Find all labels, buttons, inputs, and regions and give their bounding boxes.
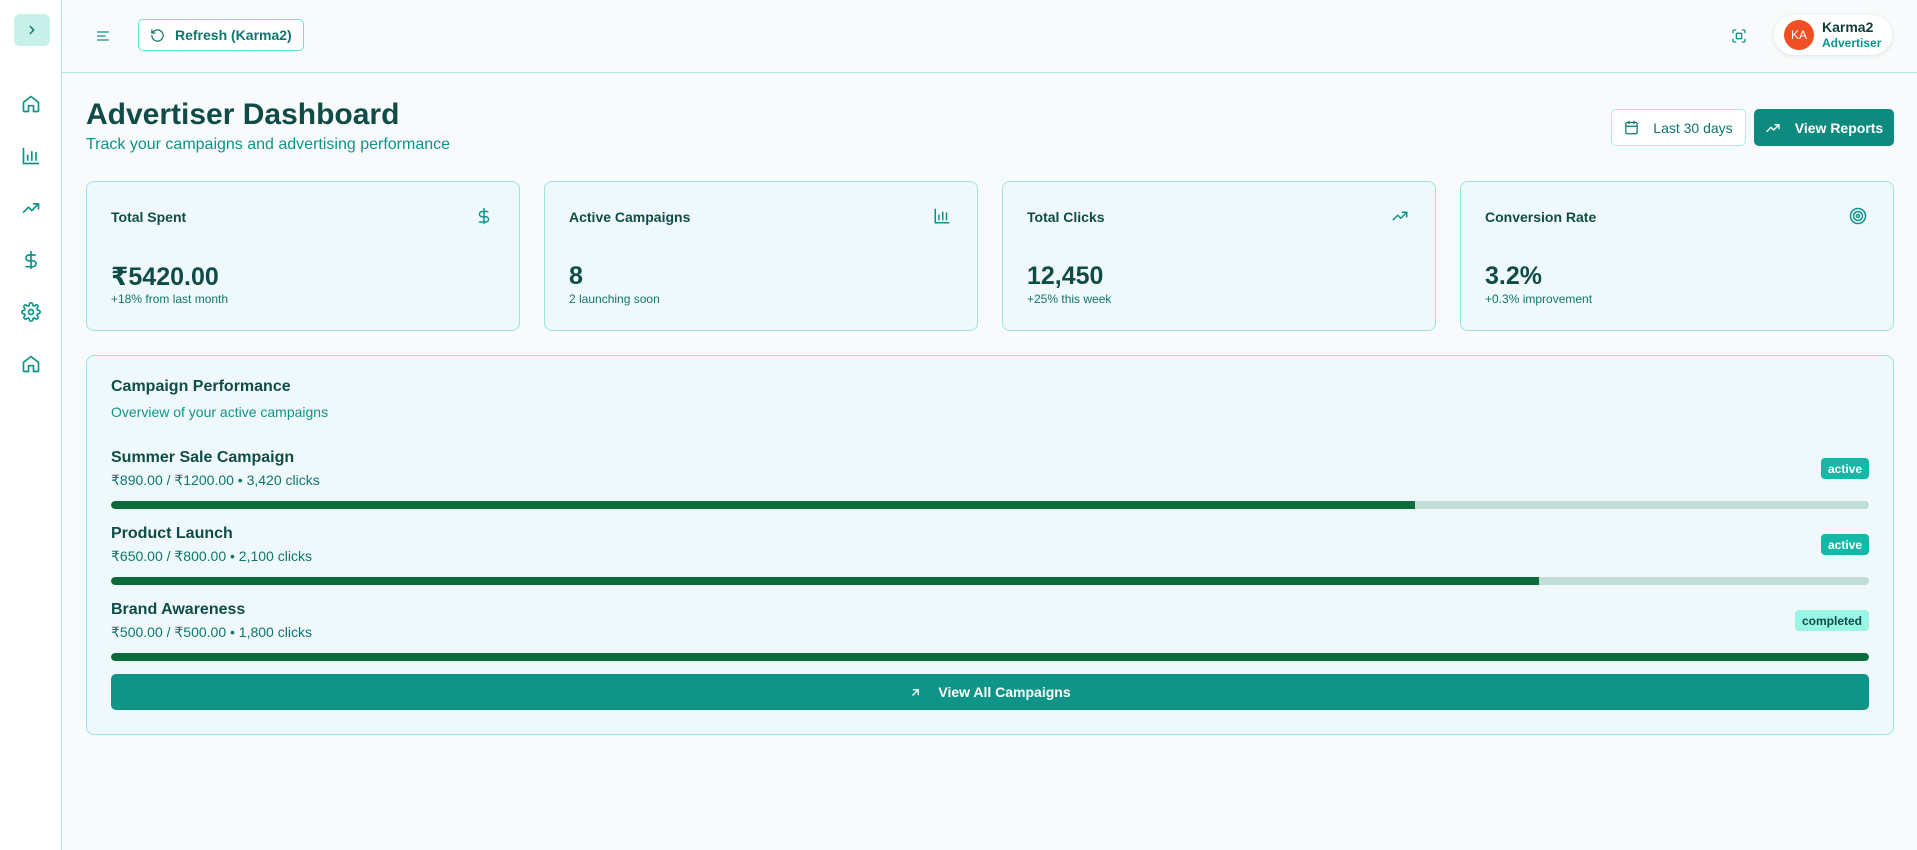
stat-sub: 2 launching soon: [569, 292, 660, 306]
sidebar-item-home-alt[interactable]: [0, 338, 62, 390]
stat-sub: +25% this week: [1027, 292, 1112, 306]
sidebar: [0, 0, 62, 850]
user-menu[interactable]: KA Karma2 Advertiser: [1774, 15, 1892, 55]
bar-chart-icon: [22, 147, 40, 165]
user-name: Karma2: [1822, 19, 1874, 35]
campaign-name: Summer Sale Campaign: [111, 449, 295, 466]
view-all-label: View All Campaigns: [938, 684, 1071, 700]
status-badge: active: [1820, 458, 1869, 479]
stat-value: 12,450: [1027, 262, 1104, 290]
menu-icon: [97, 31, 109, 41]
sidebar-item-billing[interactable]: [0, 234, 62, 286]
bar-chart-icon: [934, 208, 950, 224]
view-reports-label: View Reports: [1794, 119, 1884, 136]
progress-track: [111, 653, 1869, 661]
stat-label: Conversion Rate: [1485, 209, 1597, 225]
gear-icon: [21, 302, 41, 322]
progress-track: [111, 577, 1869, 585]
top-header: Refresh (Karma2) KA Karma2 Advertiser: [62, 0, 1917, 73]
sidebar-nav: [0, 78, 62, 390]
campaign-name: Brand Awareness: [111, 601, 246, 618]
arrow-up-right-icon: [912, 688, 920, 696]
campaign-meta: ₹890.00 / ₹1200.00 • 3,420 clicks: [111, 472, 320, 488]
date-range-label: Last 30 days: [1653, 119, 1733, 136]
sidebar-item-analytics[interactable]: [0, 130, 62, 182]
campaign-name: Product Launch: [111, 525, 233, 542]
refresh-label: Refresh (Karma2): [175, 27, 292, 43]
page-title: Advertiser Dashboard: [86, 98, 400, 131]
stat-label: Active Campaigns: [569, 209, 691, 225]
stat-card-total-spent: Total Spent ₹5420.00 +18% from last mont…: [86, 181, 520, 331]
trending-up-icon: [1392, 211, 1408, 221]
dollar-icon: [25, 250, 37, 270]
trending-up-icon: [22, 203, 40, 213]
view-reports-button[interactable]: View Reports: [1754, 109, 1894, 146]
stat-sub: +0.3% improvement: [1485, 292, 1593, 306]
refresh-icon: [151, 28, 164, 42]
campaign-performance-panel: Campaign Performance Overview of your ac…: [86, 355, 1894, 735]
chevron-right-icon: [29, 25, 35, 35]
sidebar-item-performance[interactable]: [0, 182, 62, 234]
calendar-icon: [1625, 120, 1639, 135]
target-icon: [1849, 207, 1867, 225]
progress-track: [111, 501, 1869, 509]
menu-button[interactable]: [92, 26, 114, 46]
stat-card-conversion-rate: Conversion Rate 3.2% +0.3% improvement: [1460, 181, 1894, 331]
stat-value: 8: [569, 262, 583, 290]
scan-icon: [1732, 29, 1746, 43]
view-all-campaigns-button[interactable]: View All Campaigns: [111, 674, 1869, 710]
campaign-row[interactable]: Product Launch ₹650.00 / ₹800.00 • 2,100…: [111, 525, 1869, 585]
stat-card-active-campaigns: Active Campaigns 8 2 launching soon: [544, 181, 978, 331]
trending-up-icon: [1766, 123, 1780, 132]
dollar-icon: [478, 207, 490, 225]
campaign-meta: ₹500.00 / ₹500.00 • 1,800 clicks: [111, 624, 312, 640]
stat-label: Total Spent: [111, 209, 187, 225]
sidebar-item-settings[interactable]: [0, 286, 62, 338]
sidebar-expand-button[interactable]: [14, 14, 50, 46]
stat-label: Total Clicks: [1027, 209, 1105, 225]
panel-subtitle: Overview of your active campaigns: [111, 404, 329, 420]
stat-value: 3.2%: [1485, 262, 1542, 290]
home-icon: [22, 355, 40, 373]
progress-fill: [111, 653, 1869, 661]
home-icon: [22, 95, 40, 113]
avatar: KA: [1784, 20, 1814, 50]
sidebar-item-home[interactable]: [0, 78, 62, 130]
stat-value: ₹5420.00: [111, 263, 219, 291]
fullscreen-button[interactable]: [1728, 25, 1750, 47]
refresh-button[interactable]: Refresh (Karma2): [138, 19, 304, 51]
campaign-row[interactable]: Summer Sale Campaign ₹890.00 / ₹1200.00 …: [111, 449, 1869, 509]
page-subtitle: Track your campaigns and advertising per…: [86, 136, 451, 153]
status-badge: active: [1820, 534, 1869, 555]
campaign-meta: ₹650.00 / ₹800.00 • 2,100 clicks: [111, 548, 312, 564]
stat-sub: +18% from last month: [111, 292, 229, 306]
user-role: Advertiser: [1822, 36, 1882, 50]
status-badge: completed: [1794, 610, 1869, 631]
progress-fill: [111, 577, 1540, 585]
panel-title: Campaign Performance: [111, 378, 291, 395]
stat-card-total-clicks: Total Clicks 12,450 +25% this week: [1002, 181, 1436, 331]
campaign-row[interactable]: Brand Awareness ₹500.00 / ₹500.00 • 1,80…: [111, 601, 1869, 661]
progress-fill: [111, 501, 1416, 509]
date-range-button[interactable]: Last 30 days: [1611, 109, 1746, 146]
